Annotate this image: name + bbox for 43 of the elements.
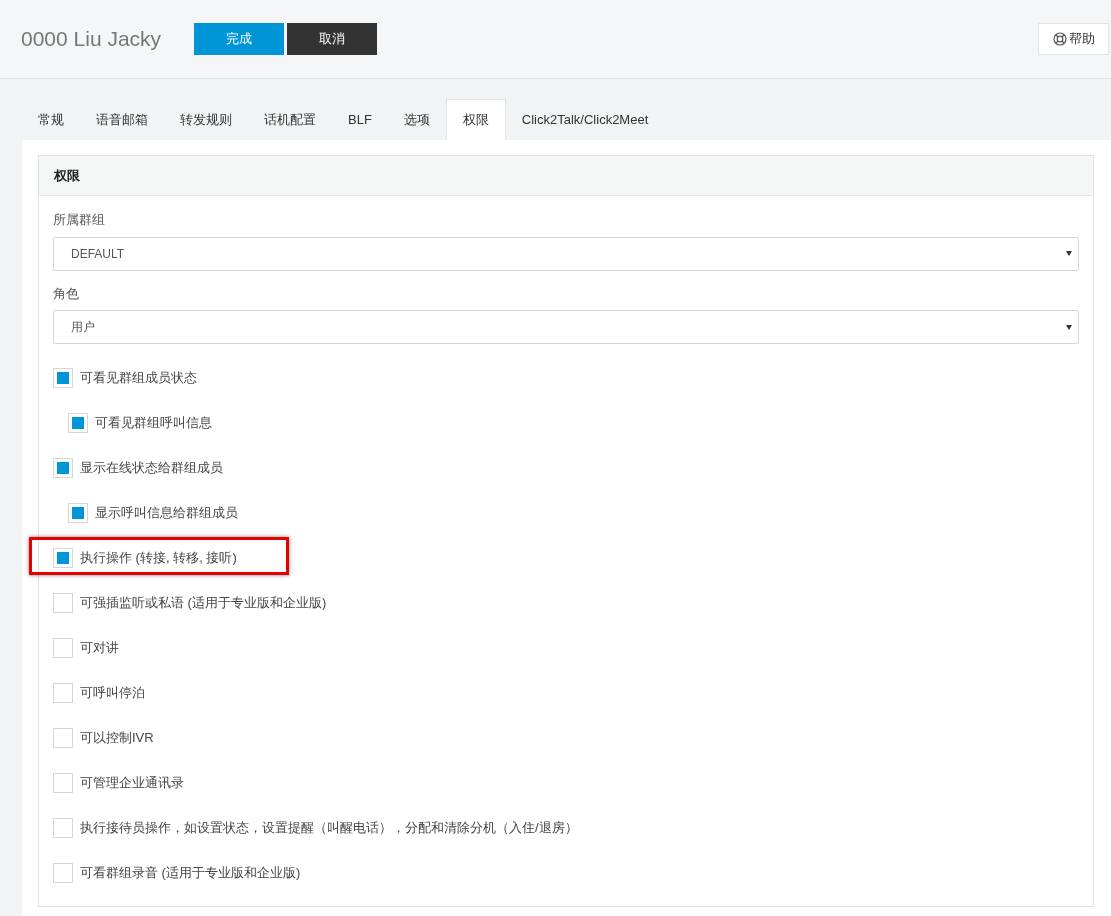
header-button[interactable]: 取消 — [287, 23, 377, 55]
checkbox-label: 执行接待员操作，如设置状态，设置提醒（叫醒电话），分配和清除分机（入住/退房） — [80, 818, 578, 837]
checkbox-label: 可看群组录音 (适用于专业版和企业版) — [80, 863, 301, 882]
checkbox-label: 可管理企业通讯录 — [80, 773, 184, 792]
caret-icon — [1066, 251, 1072, 256]
checkbox[interactable] — [53, 862, 73, 883]
tab[interactable]: 选项 — [387, 99, 446, 140]
checkbox[interactable] — [53, 367, 73, 388]
checkbox-label: 可看见群组成员状态 — [80, 368, 197, 387]
field-label: 所属群组 — [53, 211, 106, 229]
checkbox[interactable] — [53, 727, 73, 748]
tab[interactable]: 语音邮箱 — [80, 99, 164, 140]
checkbox[interactable] — [53, 547, 73, 568]
checkbox[interactable] — [53, 637, 73, 658]
checkbox[interactable] — [53, 772, 73, 793]
tab[interactable]: 转发规则 — [164, 99, 248, 140]
caret-icon — [1066, 324, 1072, 330]
field-label: 角色 — [53, 284, 80, 303]
checkbox[interactable] — [68, 502, 88, 523]
checkbox[interactable] — [53, 817, 73, 838]
lifebuoy-icon — [1052, 32, 1067, 46]
select-field[interactable]: DEFAULT — [53, 236, 1079, 271]
checkbox[interactable] — [68, 412, 88, 433]
tab[interactable]: 话机配置 — [248, 99, 332, 140]
checkbox[interactable] — [53, 457, 73, 478]
checkbox-label: 显示呼叫信息给群组成员 — [95, 503, 238, 522]
checkbox[interactable] — [53, 592, 73, 613]
help-button[interactable]: 帮助 — [1038, 23, 1109, 55]
select-field[interactable]: 用户 — [53, 310, 1079, 344]
checkbox-label: 可看见群组呼叫信息 — [95, 413, 212, 432]
checkbox-label: 显示在线状态给群组成员 — [80, 458, 223, 477]
checkbox-label: 执行操作 (转接, 转移, 接听) — [80, 548, 237, 567]
card-title: 权限 — [54, 166, 80, 185]
tab[interactable]: 权限 — [445, 99, 506, 140]
checkbox-label: 可以控制IVR — [80, 728, 154, 747]
checkbox[interactable] — [53, 682, 73, 703]
checkbox-label: 可对讲 — [80, 638, 119, 657]
checkbox-label: 可呼叫停泊 — [80, 683, 145, 702]
tab[interactable]: Click2Talk/Click2Meet — [505, 99, 665, 140]
tab[interactable]: BLF — [332, 99, 388, 140]
checkbox-label: 可强插监听或私语 (适用于专业版和企业版) — [80, 593, 327, 612]
page-title: 0000 Liu Jacky — [21, 26, 163, 53]
tab[interactable]: 常规 — [22, 99, 80, 140]
